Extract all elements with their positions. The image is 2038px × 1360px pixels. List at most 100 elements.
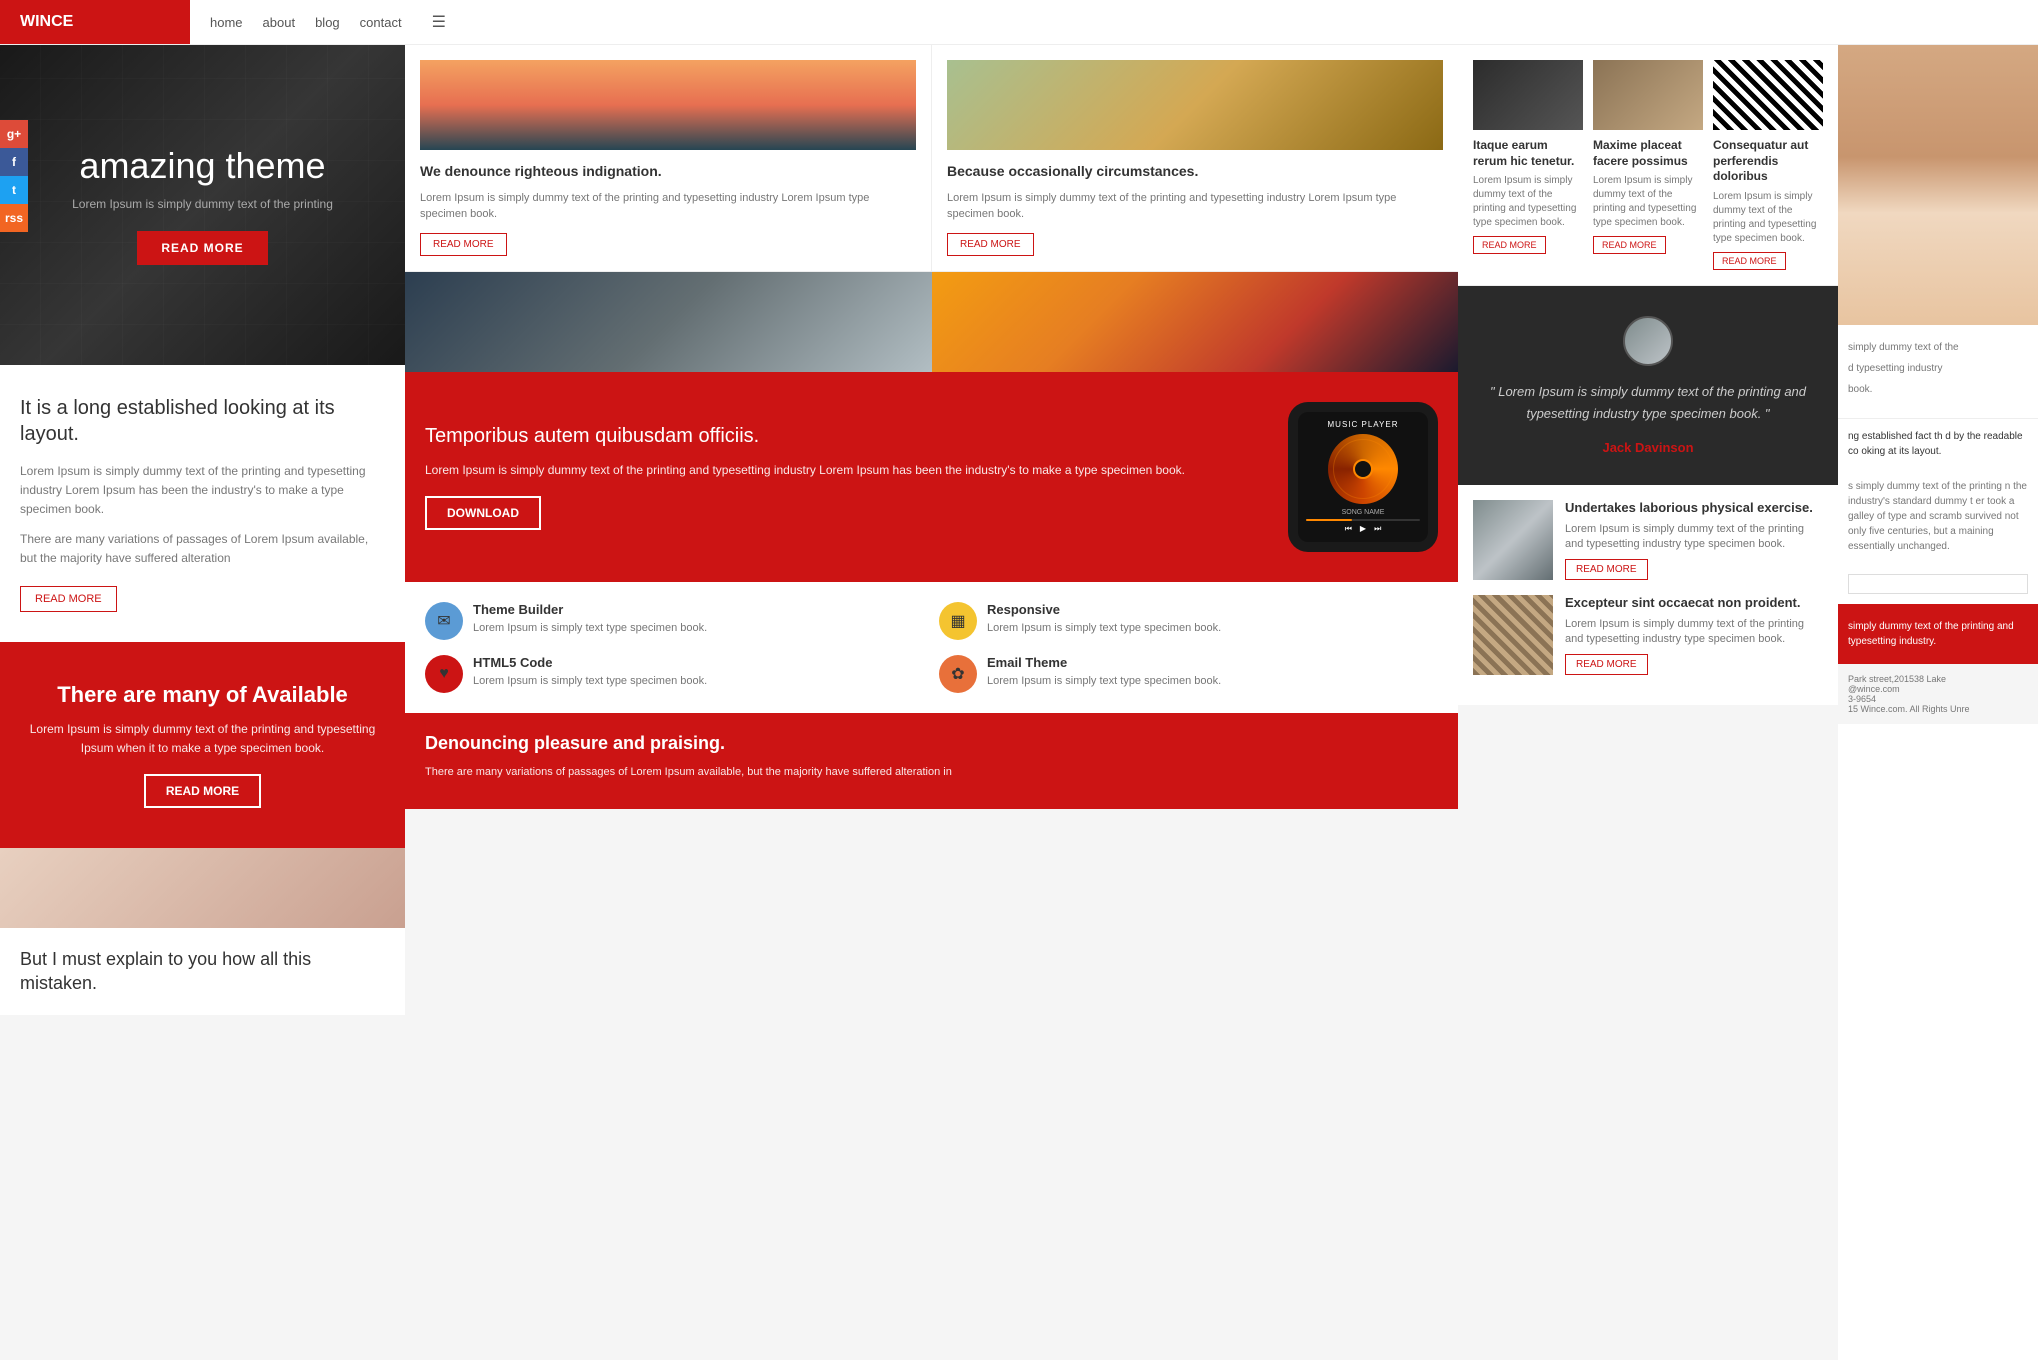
card-1: We denounce righteous indignation. Lorem…	[405, 45, 932, 271]
girl-photo	[1838, 45, 2038, 325]
mini-card-3-button[interactable]: READ MORE	[1713, 252, 1786, 270]
blog-posts-section: Undertakes laborious physical exercise. …	[1458, 485, 1838, 705]
blog-post-2-para: Lorem Ipsum is simply dummy text of the …	[1565, 617, 1823, 648]
card-1-button[interactable]: READ MORE	[420, 233, 507, 256]
photo-sunset	[932, 272, 1459, 372]
far-right-red-para: simply dummy text of the printing and ty…	[1848, 619, 2028, 649]
feature-responsive: ▦ Responsive Lorem Ipsum is simply text …	[939, 602, 1438, 640]
social-sidebar: g+ f t rss	[0, 120, 28, 232]
responsive-text: Responsive Lorem Ipsum is simply text ty…	[987, 602, 1221, 636]
far-right-footer: Park street,201538 Lake @wince.com 3-965…	[1838, 664, 2038, 724]
play-button[interactable]: ▶	[1360, 524, 1366, 533]
nav-blog[interactable]: blog	[315, 15, 340, 30]
hero-read-more-button[interactable]: READ MORE	[137, 231, 267, 265]
blog-post-1-content: Undertakes laborious physical exercise. …	[1565, 500, 1823, 580]
far-right-text-block: simply dummy text of the d typesetting i…	[1838, 325, 2038, 418]
middle-section: We denounce righteous indignation. Lorem…	[405, 45, 1458, 1360]
phone-progress-fill	[1306, 519, 1352, 521]
hero-title: amazing theme	[72, 145, 333, 187]
hero-section: amazing theme Lorem Ipsum is simply dumm…	[0, 45, 405, 365]
below-hero-para2: There are many variations of passages of…	[20, 530, 385, 568]
red-cta-section: There are many of Available Lorem Ipsum …	[0, 642, 405, 848]
photo-storm	[405, 272, 932, 372]
far-right-para: s simply dummy text of the printing n th…	[1838, 469, 2038, 564]
footer-email: @wince.com	[1848, 684, 2028, 694]
nav-menu-icon[interactable]: ☰	[432, 12, 446, 32]
photo-strip	[405, 272, 1458, 372]
red-section-title: There are many of Available	[20, 682, 385, 708]
far-right-text3: book.	[1848, 382, 2028, 397]
blog-post-2-button[interactable]: READ MORE	[1565, 654, 1648, 675]
testimonial-section: " Lorem Ipsum is simply dummy text of th…	[1458, 286, 1838, 485]
blog-post-1: Undertakes laborious physical exercise. …	[1473, 500, 1823, 580]
far-right-image	[1838, 45, 2038, 325]
next-button[interactable]: ⏭	[1374, 524, 1381, 534]
footer-phone: 3-9654	[1848, 694, 2028, 704]
nav-home[interactable]: home	[210, 15, 243, 30]
testimonial-avatar	[1623, 316, 1673, 366]
music-text: Temporibus autem quibusdam officiis. Lor…	[425, 423, 1268, 530]
below-hero-para1: Lorem Ipsum is simply dummy text of the …	[20, 462, 385, 520]
mini-card-2-button[interactable]: READ MORE	[1593, 236, 1666, 254]
card-1-image	[420, 60, 916, 150]
red-section-para: Lorem Ipsum is simply dummy text of the …	[20, 720, 385, 758]
hero-content: amazing theme Lorem Ipsum is simply dumm…	[72, 145, 333, 265]
card-2-button[interactable]: READ MORE	[947, 233, 1034, 256]
social-facebook[interactable]: f	[0, 148, 28, 176]
html5-text: HTML5 Code Lorem Ipsum is simply text ty…	[473, 655, 707, 689]
responsive-para: Lorem Ipsum is simply text type specimen…	[987, 621, 1221, 636]
card-2-para: Lorem Ipsum is simply dummy text of the …	[947, 190, 1443, 223]
phone-title: MUSIC PLAYER	[1306, 420, 1420, 429]
testimonial-author: Jack Davinson	[1483, 440, 1813, 455]
blog-post-2-content: Excepteur sint occaecat non proident. Lo…	[1565, 595, 1823, 675]
html5-para: Lorem Ipsum is simply text type specimen…	[473, 674, 707, 689]
download-button[interactable]: DOWNLOAD	[425, 496, 541, 530]
nav-contact[interactable]: contact	[360, 15, 402, 30]
feature-html5: ♥ HTML5 Code Lorem Ipsum is simply text …	[425, 655, 924, 693]
social-twitter[interactable]: t	[0, 176, 28, 204]
below-hero-read-more-button[interactable]: READ MORE	[20, 586, 117, 612]
feature-theme-builder: ✉ Theme Builder Lorem Ipsum is simply te…	[425, 602, 924, 640]
mini-cards-row: Itaque earum rerum hic tenetur. Lorem Ip…	[1458, 45, 1838, 286]
theme-builder-text: Theme Builder Lorem Ipsum is simply text…	[473, 602, 707, 636]
responsive-icon: ▦	[939, 602, 977, 640]
theme-builder-title: Theme Builder	[473, 602, 707, 617]
feature-email: ✿ Email Theme Lorem Ipsum is simply text…	[939, 655, 1438, 693]
footer-copyright: 15 Wince.com. All Rights Unre	[1848, 704, 2028, 714]
social-rss[interactable]: rss	[0, 204, 28, 232]
phone-controls: ⏮ ▶ ⏭	[1306, 524, 1420, 534]
below-hero-section: It is a long established looking at its …	[0, 365, 405, 642]
features-section: ✉ Theme Builder Lorem Ipsum is simply te…	[405, 582, 1458, 713]
testimonial-quote: " Lorem Ipsum is simply dummy text of th…	[1483, 381, 1813, 425]
blog-post-1-para: Lorem Ipsum is simply dummy text of the …	[1565, 522, 1823, 553]
header: WINCE home about blog contact ☰	[0, 0, 2038, 45]
mini-card-1-image	[1473, 60, 1583, 130]
theme-builder-para: Lorem Ipsum is simply text type specimen…	[473, 621, 707, 636]
html5-title: HTML5 Code	[473, 655, 707, 670]
far-right-input-box[interactable]	[1848, 574, 2028, 594]
social-gplus[interactable]: g+	[0, 120, 28, 148]
far-right-text2: d typesetting industry	[1848, 361, 2028, 376]
logo[interactable]: WINCE	[0, 0, 190, 44]
mini-card-1-button[interactable]: READ MORE	[1473, 236, 1546, 254]
prev-button[interactable]: ⏮	[1345, 524, 1352, 534]
mini-card-2-title: Maxime placeat facere possimus	[1593, 138, 1703, 169]
music-para: Lorem Ipsum is simply dummy text of the …	[425, 461, 1268, 480]
mini-card-2: Maxime placeat facere possimus Lorem Ips…	[1593, 60, 1703, 270]
nav-about[interactable]: about	[263, 15, 296, 30]
far-right-para-text: s simply dummy text of the printing n th…	[1848, 479, 2028, 554]
blog-post-1-image	[1473, 500, 1553, 580]
blog-post-1-button[interactable]: READ MORE	[1565, 559, 1648, 580]
phone-screen: MUSIC PLAYER SONG NAME ⏮ ▶ ⏭	[1298, 412, 1428, 542]
below-hero-title: It is a long established looking at its …	[20, 395, 385, 447]
hero-subtitle: Lorem Ipsum is simply dummy text of the …	[72, 197, 333, 211]
mini-card-1-para: Lorem Ipsum is simply dummy text of the …	[1473, 174, 1583, 230]
mini-card-3: Consequatur aut perferendis doloribus Lo…	[1713, 60, 1823, 270]
bottom-red-text: Denouncing pleasure and praising. There …	[405, 713, 1458, 810]
far-right-established: ng established fact th d by the readable…	[1838, 418, 2038, 469]
far-right-section: simply dummy text of the d typesetting i…	[1838, 45, 2038, 1360]
card-1-title: We denounce righteous indignation.	[420, 162, 916, 182]
blog-post-2-title: Excepteur sint occaecat non proident.	[1565, 595, 1823, 612]
theme-builder-icon: ✉	[425, 602, 463, 640]
red-section-button[interactable]: READ MORE	[144, 774, 261, 808]
